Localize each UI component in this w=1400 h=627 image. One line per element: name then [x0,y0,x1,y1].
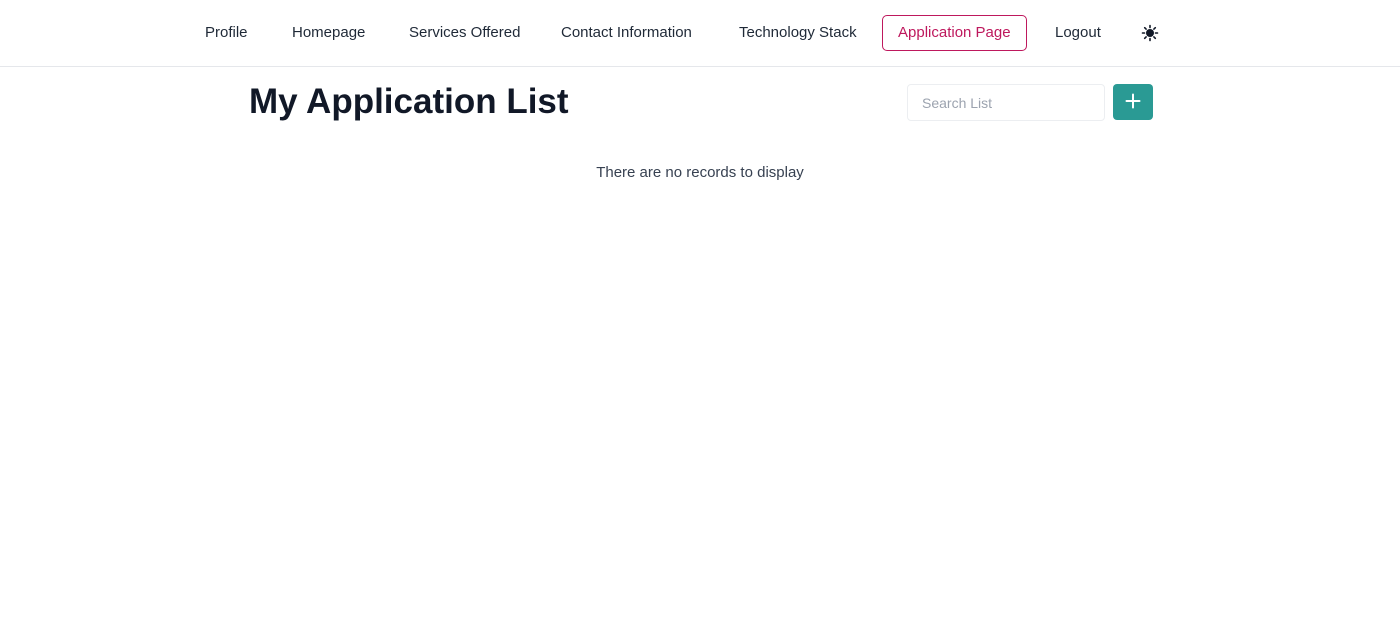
nav-item-profile[interactable]: Profile [205,15,248,51]
search-input[interactable] [907,84,1105,121]
nav-item-technology-stack[interactable]: Technology Stack [739,15,857,51]
sun-icon[interactable] [1140,23,1160,43]
add-application-button[interactable] [1113,84,1153,120]
nav-item-homepage[interactable]: Homepage [292,15,365,51]
page-title: My Application List [249,82,569,121]
empty-state-message: There are no records to display [596,164,804,181]
top-navigation: Profile Homepage Services Offered Contac… [0,0,1400,67]
nav-item-application-page[interactable]: Application Page [882,15,1027,51]
nav-item-services-offered[interactable]: Services Offered [409,15,520,51]
plus-icon [1125,93,1141,112]
nav-item-contact-information[interactable]: Contact Information [561,15,692,51]
nav-item-logout[interactable]: Logout [1055,15,1101,51]
